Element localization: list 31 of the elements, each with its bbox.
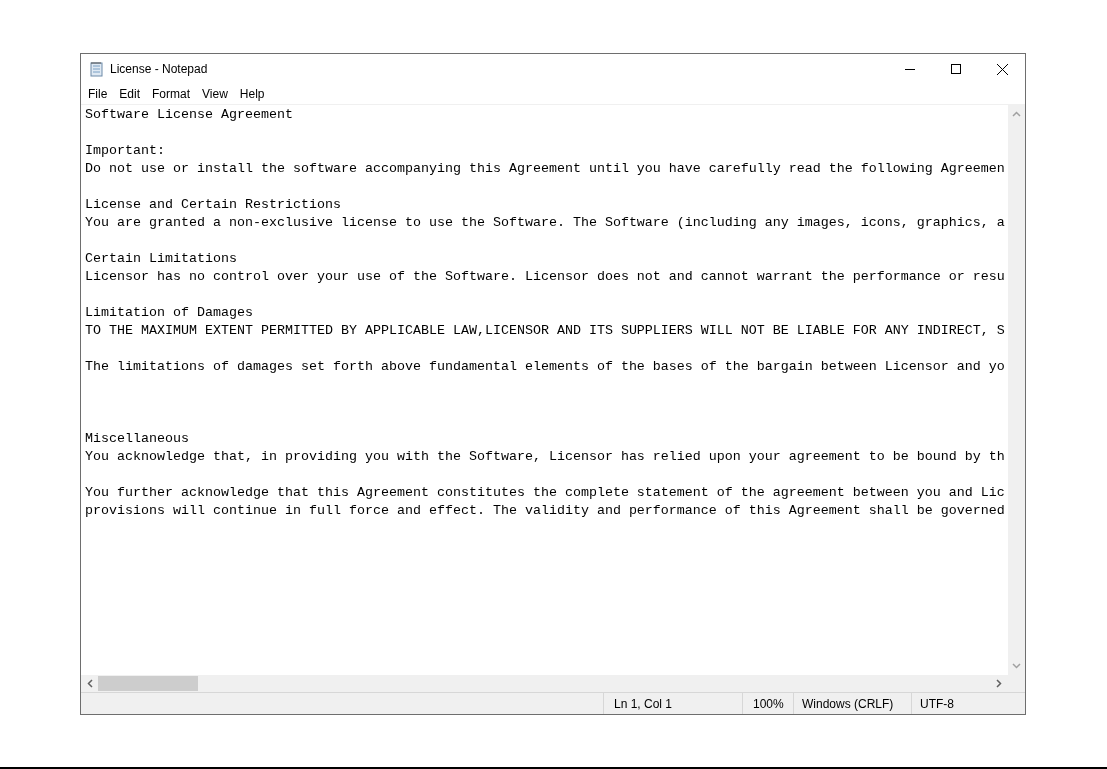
- text-line: provisions will continue in full force and effect. The validity and performance of this Agreement shall be governed: [85, 502, 1006, 520]
- text-line: TO THE MAXIMUM EXTENT PERMITTED BY APPLICABLE LAW,LICENSOR AND ITS SUPPLIERS WILL NOT BE LIABLE FOR ANY INDIRECT, S: [85, 322, 1006, 340]
- text-line: Important:: [85, 142, 166, 160]
- menu-item[interactable]: Help: [233, 87, 271, 101]
- text-line: The limitations of damages set forth above fundamental elements of the bases of the bargain between Licensor and yo: [85, 358, 1006, 376]
- window-title: License - Notepad: [110, 62, 208, 76]
- text-line: Do not use or install the software accompanying this Agreement until you have carefully read the following Agreemen: [85, 160, 1006, 178]
- text-line: You acknowledge that, in providing you with the Software, Licensor has relied upon your agreement to be bound by th: [85, 448, 1006, 466]
- text-line: Certain Limitations: [85, 250, 238, 268]
- scroll-left-icon[interactable]: [87, 679, 93, 688]
- horizontal-scrollbar[interactable]: [81, 675, 1008, 692]
- scrollbar-thumb[interactable]: [98, 676, 198, 691]
- text-line: Limitation of Damages: [85, 304, 254, 322]
- text-line: You are granted a non-exclusive license to use the Software. The Software (including any images, icons, graphics, a: [85, 214, 1006, 232]
- encoding: UTF-8: [920, 696, 954, 711]
- text-line: Miscellaneous: [85, 430, 190, 448]
- notepad-icon: [89, 61, 105, 77]
- text-line: You further acknowledge that this Agreement constitutes the complete statement of the agreement between you and Lic: [85, 484, 1006, 502]
- text-line: License and Certain Restrictions: [85, 196, 342, 214]
- zoom-level: 100%: [753, 696, 784, 711]
- maximize-icon[interactable]: [951, 64, 961, 74]
- scroll-right-icon[interactable]: [996, 679, 1002, 688]
- menu-item[interactable]: Edit: [113, 87, 147, 101]
- text-line: Software License Agreement: [85, 106, 294, 124]
- menu-item[interactable]: View: [196, 87, 234, 101]
- menu-item[interactable]: File: [82, 87, 114, 101]
- close-icon[interactable]: [996, 63, 1008, 75]
- text-line: Licensor has no control over your use of the Software. Licensor does not and cannot warrant the performance or resu: [85, 268, 1006, 286]
- menu-item[interactable]: Format: [146, 87, 197, 101]
- line-endings: Windows (CRLF): [802, 696, 894, 711]
- cursor-position: Ln 1, Col 1: [614, 696, 673, 711]
